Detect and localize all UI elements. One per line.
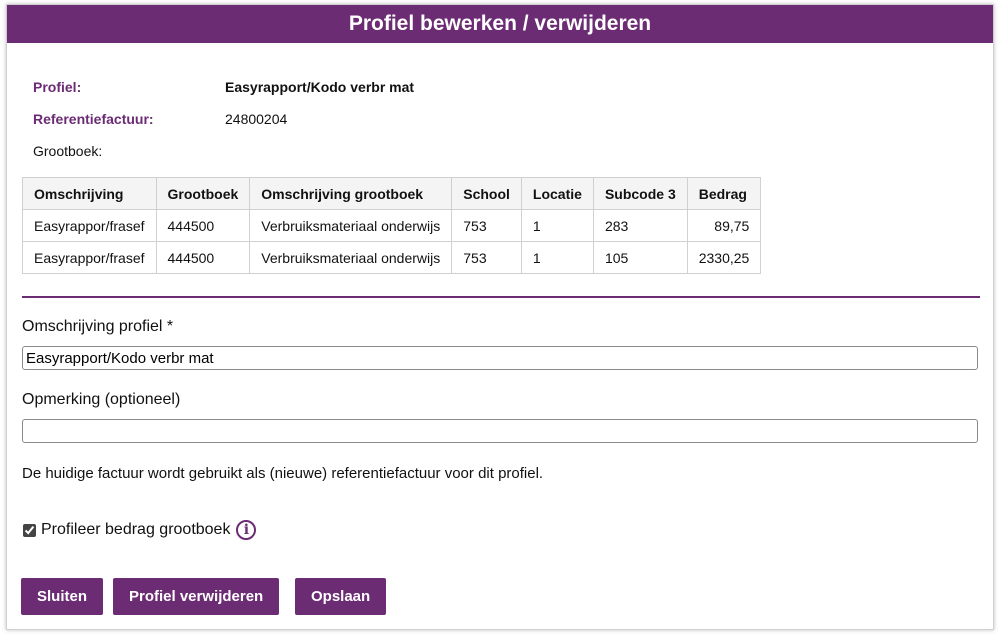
- save-button[interactable]: Opslaan: [295, 578, 387, 615]
- profile-row: Profiel: Easyrapport/Kodo verbr mat: [33, 71, 414, 103]
- cell-omschrijving: Easyrappor/frasef: [22, 209, 157, 242]
- profile-label: Profiel:: [33, 79, 82, 95]
- col-omschrijving-grootboek: Omschrijving grootboek: [249, 177, 453, 210]
- cell-subcode-3: 105: [592, 241, 688, 274]
- cell-bedrag: 89,75: [686, 209, 762, 242]
- reference-row: Referentiefactuur: 24800204: [33, 103, 414, 135]
- profile-info: Profiel: Easyrapport/Kodo verbr mat Refe…: [33, 71, 414, 167]
- cell-locatie: 1: [520, 241, 594, 274]
- remark-label: Opmerking (optioneel): [22, 391, 181, 408]
- profile-ledger-amount-row: Profileer bedrag grootboek i: [22, 520, 257, 540]
- table-row: Easyrappor/frasef 444500 Verbruiksmateri…: [22, 241, 762, 274]
- reference-label: Referentiefactuur:: [33, 111, 154, 127]
- cell-locatie: 1: [520, 209, 594, 242]
- ledger-row: Grootboek:: [33, 135, 414, 167]
- reference-note: De huidige factuur wordt gebruikt als (n…: [22, 465, 544, 482]
- profile-ledger-amount-label[interactable]: Profileer bedrag grootboek: [41, 521, 230, 539]
- table-row: Easyrappor/frasef 444500 Verbruiksmateri…: [22, 209, 762, 242]
- edit-profile-dialog: Profiel bewerken / verwijderen Profiel: …: [6, 4, 994, 630]
- info-icon[interactable]: i: [236, 520, 257, 540]
- table-header-row: Omschrijving Grootboek Omschrijving groo…: [22, 177, 762, 210]
- cell-grootboek: 444500: [155, 209, 251, 242]
- description-input[interactable]: [22, 346, 978, 370]
- cell-omschrijving-grootboek: Verbruiksmateriaal onderwijs: [249, 241, 453, 274]
- dialog-title: Profiel bewerken / verwijderen: [7, 5, 993, 43]
- ledger-table: Omschrijving Grootboek Omschrijving groo…: [22, 177, 762, 274]
- delete-profile-button[interactable]: Profiel verwijderen: [113, 578, 280, 615]
- cell-school: 753: [451, 241, 522, 274]
- profile-ledger-amount-checkbox[interactable]: [23, 523, 36, 537]
- ledger-label: Grootboek:: [33, 143, 103, 159]
- col-grootboek: Grootboek: [155, 177, 251, 210]
- col-omschrijving: Omschrijving: [22, 177, 157, 210]
- col-bedrag: Bedrag: [686, 177, 762, 210]
- cell-school: 753: [451, 209, 522, 242]
- close-button[interactable]: Sluiten: [21, 578, 104, 615]
- reference-value: 24800204: [225, 111, 288, 127]
- cell-subcode-3: 283: [592, 209, 688, 242]
- cell-grootboek: 444500: [155, 241, 251, 274]
- cell-bedrag: 2330,25: [686, 241, 762, 274]
- profile-value: Easyrapport/Kodo verbr mat: [225, 79, 415, 95]
- cell-omschrijving: Easyrappor/frasef: [22, 241, 157, 274]
- cell-omschrijving-grootboek: Verbruiksmateriaal onderwijs: [249, 209, 453, 242]
- col-subcode-3: Subcode 3: [592, 177, 688, 210]
- col-locatie: Locatie: [520, 177, 594, 210]
- description-label: Omschrijving profiel *: [22, 318, 174, 335]
- remark-input[interactable]: [22, 419, 978, 443]
- section-divider: [22, 296, 980, 298]
- col-school: School: [451, 177, 522, 210]
